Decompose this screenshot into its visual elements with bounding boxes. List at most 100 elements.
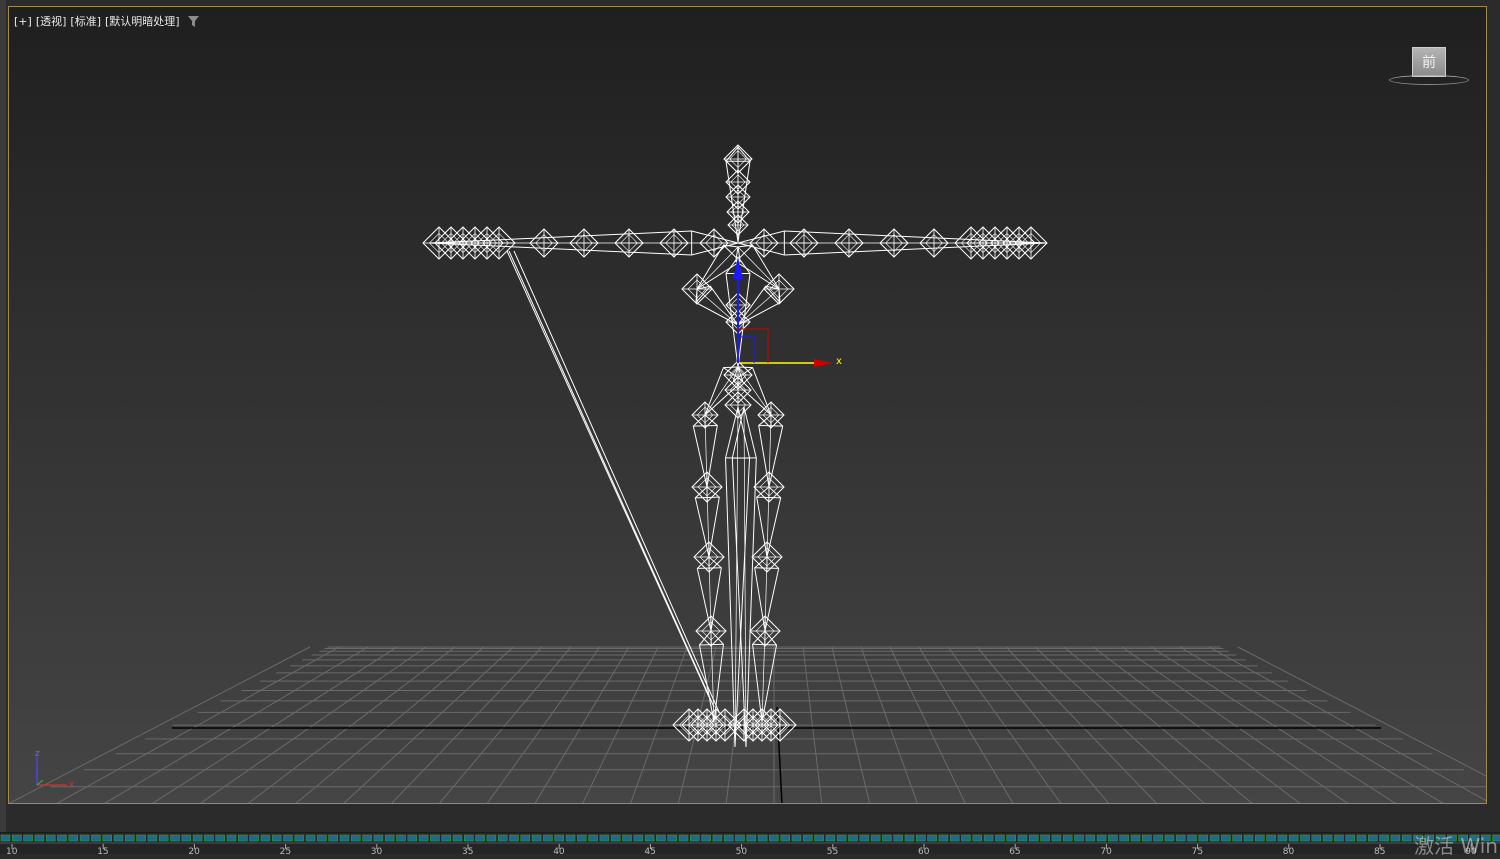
track-key-cell[interactable] bbox=[464, 835, 473, 841]
track-key-cell[interactable] bbox=[385, 835, 394, 841]
track-key-cell[interactable] bbox=[498, 835, 507, 841]
track-key-cell[interactable] bbox=[600, 835, 609, 841]
track-key-cell[interactable] bbox=[148, 835, 157, 841]
track-key-cell[interactable] bbox=[860, 835, 869, 841]
track-key-cell[interactable] bbox=[634, 835, 643, 841]
track-key-cell[interactable] bbox=[555, 835, 564, 841]
track-key-cell[interactable] bbox=[408, 835, 417, 841]
track-key-cell[interactable] bbox=[1165, 835, 1174, 841]
track-key-cell[interactable] bbox=[713, 835, 722, 841]
bone[interactable] bbox=[726, 147, 750, 242]
track-key-cell[interactable] bbox=[1233, 835, 1242, 841]
joint[interactable] bbox=[764, 709, 796, 741]
bone[interactable] bbox=[755, 557, 779, 631]
track-key-cell[interactable] bbox=[781, 835, 790, 841]
track-key-cell[interactable] bbox=[159, 835, 168, 841]
track-key-cell[interactable] bbox=[1075, 835, 1084, 841]
track-key-cell[interactable] bbox=[882, 835, 891, 841]
track-key-cell[interactable] bbox=[939, 835, 948, 841]
track-key-cell[interactable] bbox=[1154, 835, 1163, 841]
viewport-view-menu[interactable]: [透视] bbox=[36, 13, 67, 29]
track-key-cell[interactable] bbox=[916, 835, 925, 841]
track-key-cell[interactable] bbox=[1334, 835, 1343, 841]
track-bar-ruler[interactable]: 1015202530354045505560657075808590 bbox=[0, 833, 1500, 854]
track-key-cell[interactable] bbox=[894, 835, 903, 841]
track-key-cell[interactable] bbox=[419, 835, 428, 841]
track-key-cell[interactable] bbox=[724, 835, 733, 841]
track-key-cell[interactable] bbox=[758, 835, 767, 841]
joint[interactable] bbox=[1015, 227, 1047, 259]
track-key-cell[interactable] bbox=[1052, 835, 1061, 841]
track-key-cell[interactable] bbox=[193, 835, 202, 841]
track-key-cell[interactable] bbox=[250, 835, 259, 841]
funnel-icon[interactable] bbox=[188, 16, 199, 27]
track-key-cell[interactable] bbox=[125, 835, 134, 841]
viewport-plus-menu[interactable]: [+] bbox=[14, 15, 32, 28]
track-key-cell[interactable] bbox=[91, 835, 100, 841]
track-key-cell[interactable] bbox=[690, 835, 699, 841]
track-key-cell[interactable] bbox=[1357, 835, 1366, 841]
track-key-cell[interactable] bbox=[510, 835, 519, 841]
track-key-cell[interactable] bbox=[397, 835, 406, 841]
track-key-cell[interactable] bbox=[182, 835, 191, 841]
track-key-cell[interactable] bbox=[668, 835, 677, 841]
track-key-cell[interactable] bbox=[769, 835, 778, 841]
bone[interactable] bbox=[693, 415, 717, 487]
bone[interactable] bbox=[757, 487, 781, 557]
track-key-cell[interactable] bbox=[950, 835, 959, 841]
track-key-cell[interactable] bbox=[1097, 835, 1106, 841]
track-key-cell[interactable] bbox=[1289, 835, 1298, 841]
track-key-cell[interactable] bbox=[69, 835, 78, 841]
viewport-shading-menu[interactable]: [标准] bbox=[70, 13, 101, 29]
track-key-cell[interactable] bbox=[284, 835, 293, 841]
track-key-cell[interactable] bbox=[871, 835, 880, 841]
joint[interactable] bbox=[750, 229, 778, 257]
track-key-cell[interactable] bbox=[1007, 835, 1016, 841]
track-key-cell[interactable] bbox=[645, 835, 654, 841]
track-key-cell[interactable] bbox=[340, 835, 349, 841]
track-key-cell[interactable] bbox=[1267, 835, 1276, 841]
track-key-cell[interactable] bbox=[204, 835, 213, 841]
track-key-cell[interactable] bbox=[1312, 835, 1321, 841]
joint[interactable] bbox=[570, 229, 598, 257]
track-key-cell[interactable] bbox=[216, 835, 225, 841]
track-key-cell[interactable] bbox=[928, 835, 937, 841]
track-key-cell[interactable] bbox=[1255, 835, 1264, 841]
track-key-cell[interactable] bbox=[837, 835, 846, 841]
track-key-cell[interactable] bbox=[137, 835, 146, 841]
track-key-cell[interactable] bbox=[374, 835, 383, 841]
track-key-cell[interactable] bbox=[35, 835, 44, 841]
track-key-cell[interactable] bbox=[1029, 835, 1038, 841]
track-key-cell[interactable] bbox=[171, 835, 180, 841]
track-key-cell[interactable] bbox=[1221, 835, 1230, 841]
track-key-cell[interactable] bbox=[272, 835, 281, 841]
track-key-cell[interactable] bbox=[80, 835, 89, 841]
joint[interactable] bbox=[880, 229, 908, 257]
track-key-cell[interactable] bbox=[1108, 835, 1117, 841]
track-key-cell[interactable] bbox=[12, 835, 21, 841]
track-key-cell[interactable] bbox=[577, 835, 586, 841]
track-key-cell[interactable] bbox=[736, 835, 745, 841]
bone[interactable] bbox=[759, 415, 783, 487]
track-key-cell[interactable] bbox=[1244, 835, 1253, 841]
track-key-cell[interactable] bbox=[1278, 835, 1287, 841]
track-key-cell[interactable] bbox=[103, 835, 112, 841]
track-key-cell[interactable] bbox=[905, 835, 914, 841]
track-key-cell[interactable] bbox=[351, 835, 360, 841]
track-key-cell[interactable] bbox=[679, 835, 688, 841]
track-key-cell[interactable] bbox=[1199, 835, 1208, 841]
track-key-cell[interactable] bbox=[24, 835, 33, 841]
joint[interactable] bbox=[790, 229, 818, 257]
track-key-cell[interactable] bbox=[611, 835, 620, 841]
track-bar[interactable]: 1015202530354045505560657075808590 bbox=[0, 832, 1500, 854]
track-key-cell[interactable] bbox=[1346, 835, 1355, 841]
track-key-cell[interactable] bbox=[815, 835, 824, 841]
track-key-cell[interactable] bbox=[566, 835, 575, 841]
track-key-cell[interactable] bbox=[623, 835, 632, 841]
track-key-cell[interactable] bbox=[702, 835, 711, 841]
track-key-cell[interactable] bbox=[995, 835, 1004, 841]
track-key-cell[interactable] bbox=[442, 835, 451, 841]
track-key-cell[interactable] bbox=[227, 835, 236, 841]
track-key-cell[interactable] bbox=[521, 835, 530, 841]
track-key-cell[interactable] bbox=[849, 835, 858, 841]
